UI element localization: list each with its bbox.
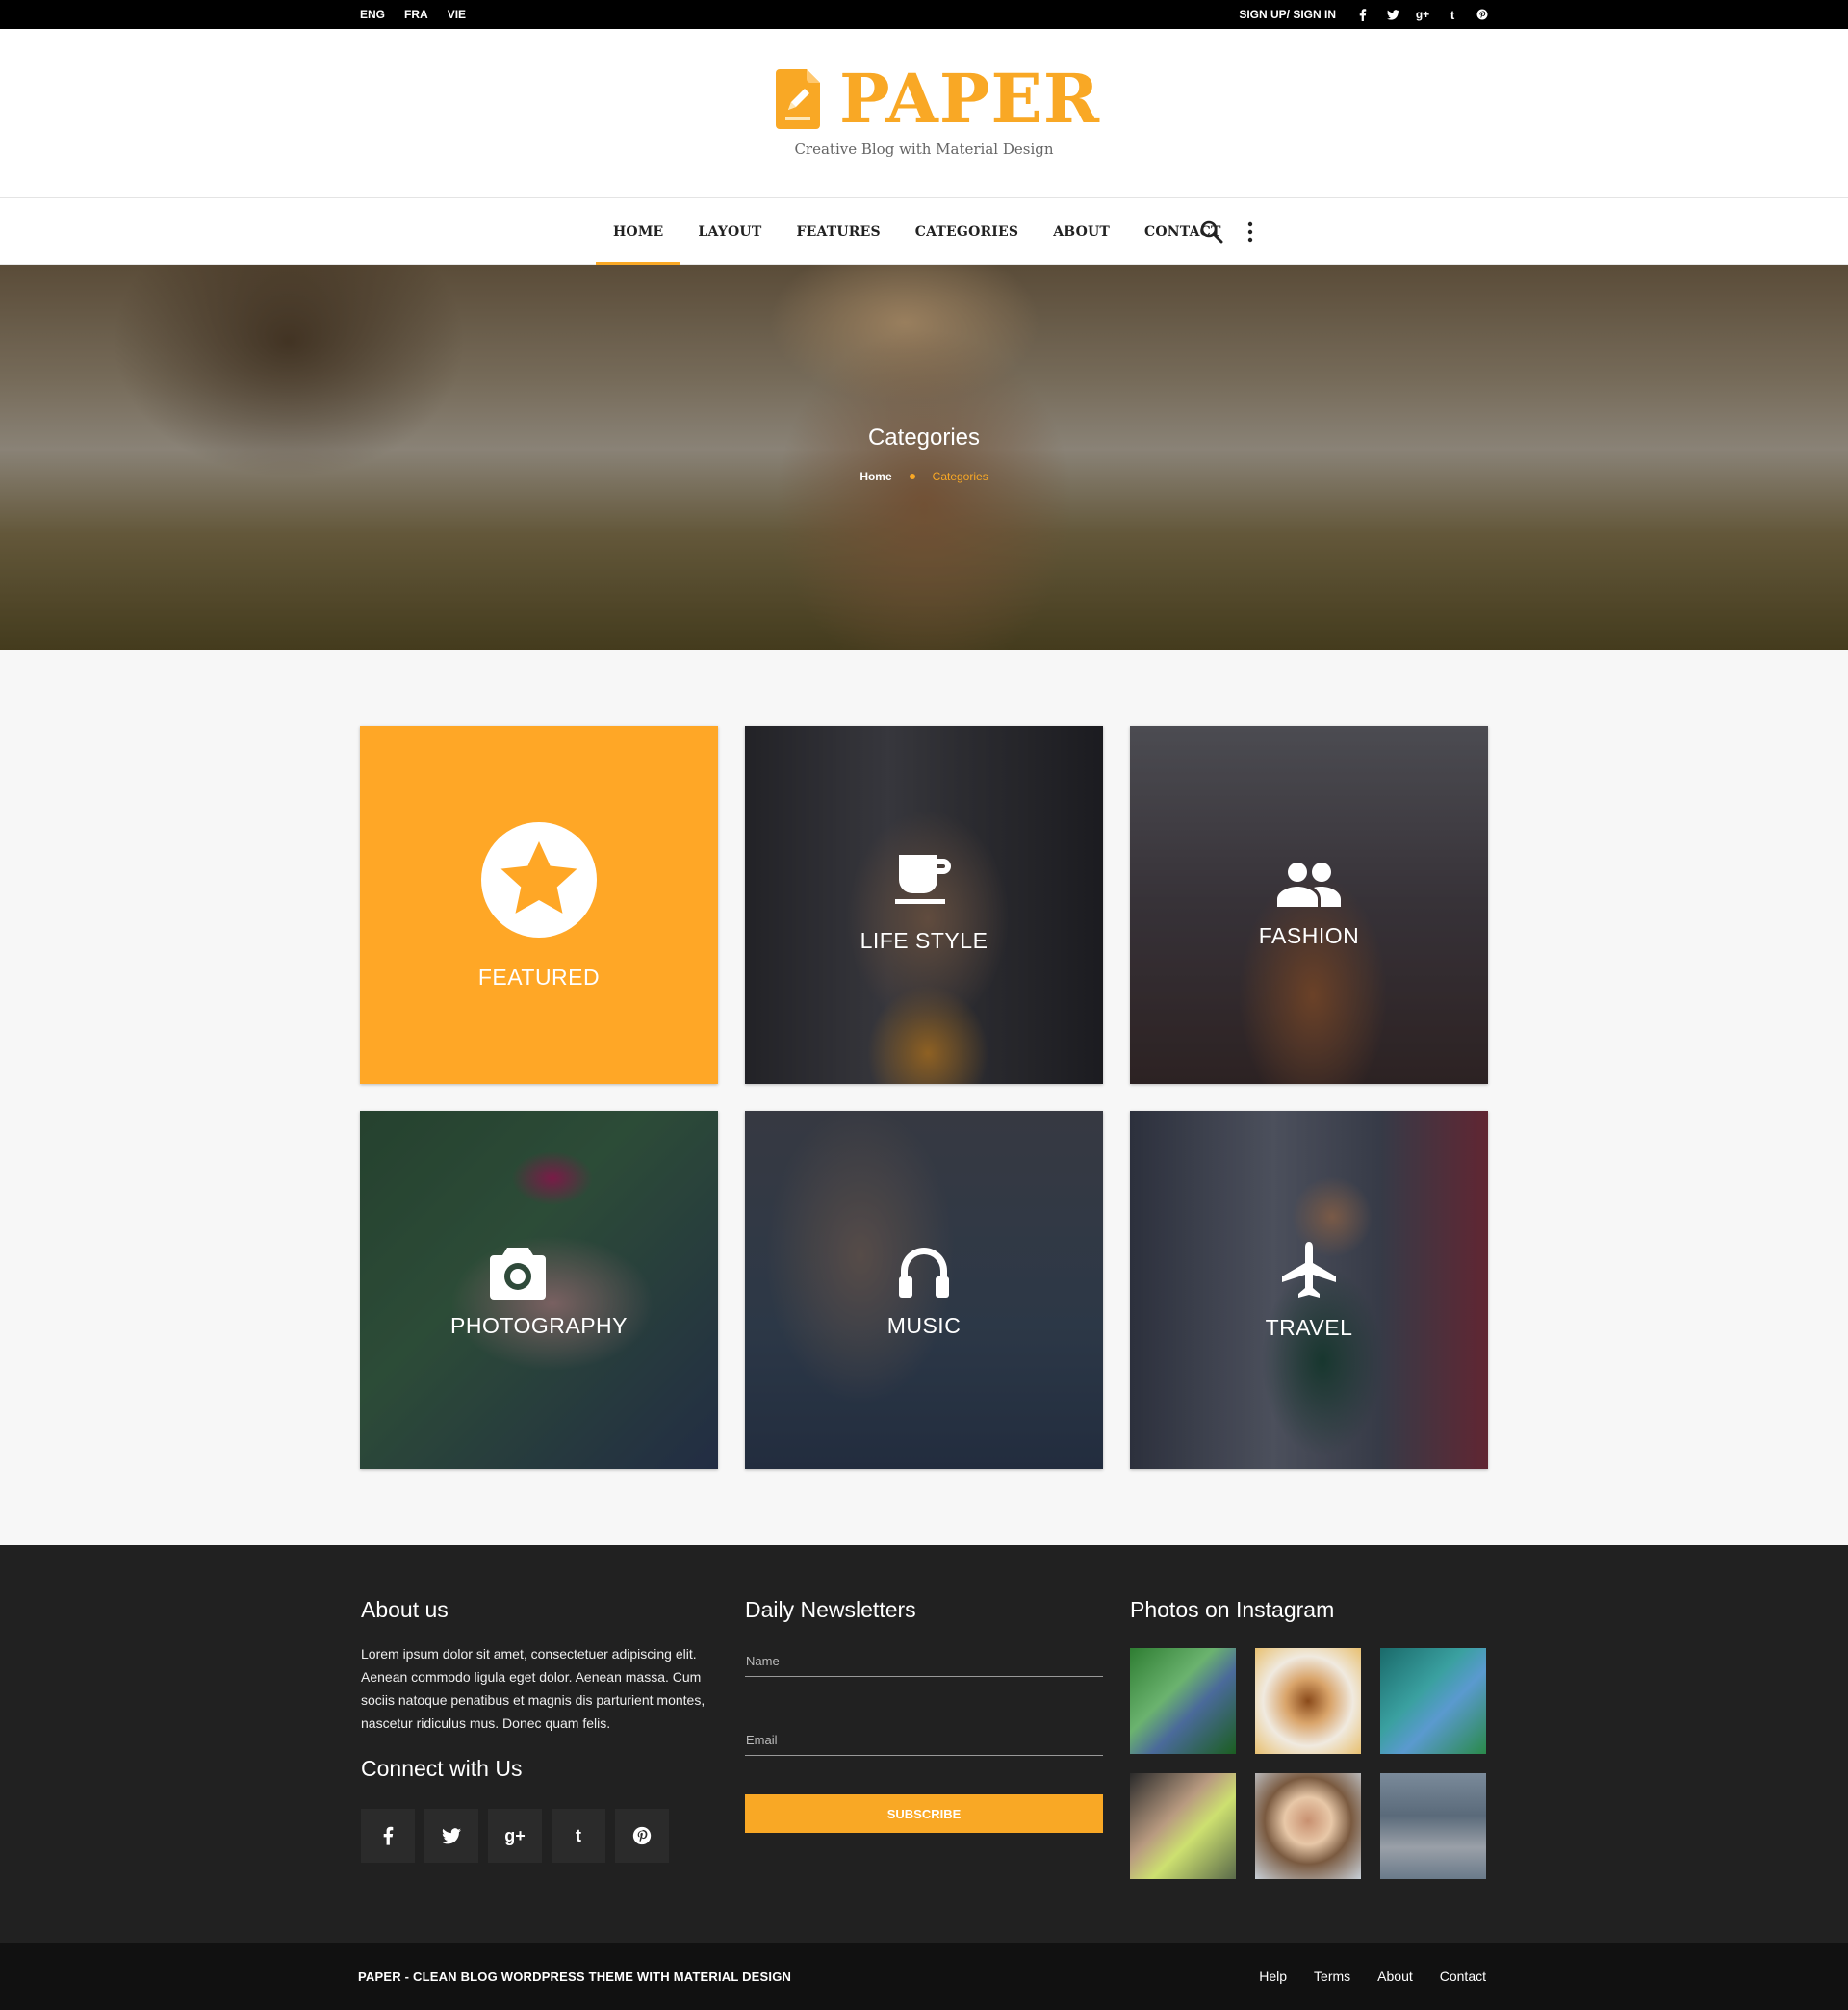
category-grid: FEATURED LIFE STYLE FASHION PHOTOGRAPHY …	[360, 726, 1488, 1469]
top-bar: ENG FRA VIE SIGN UP/ SIGN IN g+ t	[0, 0, 1848, 29]
instagram-photo[interactable]	[1130, 1773, 1236, 1879]
breadcrumb-separator	[909, 474, 915, 479]
site-header: PAPER Creative Blog with Material Design	[0, 29, 1848, 198]
category-label: MUSIC	[886, 1313, 962, 1338]
footer-about: About us Lorem ipsum dolor sit amet, con…	[361, 1597, 719, 1863]
top-social-icons: g+ t	[1355, 7, 1490, 22]
footer-link-contact[interactable]: Contact	[1440, 1969, 1486, 1984]
category-card-photography[interactable]: PHOTOGRAPHY	[360, 1111, 718, 1469]
google-plus-icon[interactable]: g+	[488, 1809, 542, 1863]
category-label: TRAVEL	[1265, 1315, 1353, 1340]
page-title: Categories	[867, 425, 981, 451]
search-icon[interactable]	[1199, 219, 1224, 245]
language-fra[interactable]: FRA	[404, 8, 428, 21]
instagram-photo[interactable]	[1380, 1773, 1486, 1879]
headphones-icon	[896, 1242, 952, 1304]
brand-tagline: Creative Blog with Material Design	[794, 141, 1054, 158]
instagram-photo[interactable]	[1255, 1773, 1361, 1879]
category-card-fashion[interactable]: FASHION	[1130, 726, 1488, 1084]
name-field[interactable]	[746, 1654, 1097, 1668]
language-switcher: ENG FRA VIE	[360, 8, 466, 21]
instagram-photo[interactable]	[1130, 1648, 1236, 1754]
pinterest-icon[interactable]	[615, 1809, 669, 1863]
google-plus-icon[interactable]: g+	[1415, 7, 1430, 22]
twitter-icon[interactable]	[424, 1809, 478, 1863]
nav-item-about[interactable]: ABOUT	[1036, 198, 1127, 265]
breadcrumb-home[interactable]: Home	[860, 470, 891, 483]
pinterest-icon[interactable]	[1475, 7, 1490, 22]
subscribe-button[interactable]: SUBSCRIBE	[745, 1794, 1103, 1833]
category-label: LIFE STYLE	[860, 928, 988, 953]
instagram-photo[interactable]	[1255, 1648, 1361, 1754]
site-logo[interactable]: PAPER	[776, 65, 1100, 133]
tumblr-icon[interactable]: t	[1445, 7, 1460, 22]
bottom-bar: PAPER - CLEAN BLOG WORDPRESS THEME WITH …	[0, 1943, 1848, 2010]
instagram-heading: Photos on Instagram	[1130, 1597, 1335, 1622]
tumblr-icon[interactable]: t	[552, 1809, 605, 1863]
top-bar-right: SIGN UP/ SIGN IN g+ t	[1239, 7, 1490, 22]
instagram-photo[interactable]	[1380, 1648, 1486, 1754]
coffee-cup-icon	[893, 851, 955, 914]
category-label: PHOTOGRAPHY	[450, 1313, 628, 1338]
breadcrumb: Home Categories	[0, 470, 1848, 483]
about-text: Lorem ipsum dolor sit amet, consectetuer…	[361, 1646, 706, 1731]
email-field-wrapper	[745, 1727, 1103, 1756]
nav-item-categories[interactable]: CATEGORIES	[898, 198, 1036, 265]
people-icon	[1275, 861, 1343, 912]
hero-overlay	[0, 265, 1848, 650]
category-card-featured[interactable]: FEATURED	[360, 726, 718, 1084]
nav-menu: HOME LAYOUT FEATURES CATEGORIES ABOUT CO…	[596, 198, 1239, 265]
twitter-icon[interactable]	[1385, 7, 1400, 22]
category-card-travel[interactable]: TRAVEL	[1130, 1111, 1488, 1469]
main-navigation: HOME LAYOUT FEATURES CATEGORIES ABOUT CO…	[0, 198, 1848, 265]
name-field-wrapper	[745, 1648, 1103, 1677]
more-vertical-icon[interactable]	[1242, 219, 1259, 245]
camera-icon	[488, 1246, 548, 1304]
footer-link-help[interactable]: Help	[1259, 1969, 1287, 1984]
footer-newsletter: Daily Newsletters SUBSCRIBE	[745, 1597, 1103, 1833]
page-hero: Categories Home Categories	[0, 265, 1848, 650]
language-eng[interactable]: ENG	[360, 8, 385, 21]
email-field[interactable]	[746, 1733, 1097, 1747]
category-label: FEATURED	[477, 965, 601, 990]
nav-item-layout[interactable]: LAYOUT	[680, 198, 779, 265]
nav-item-home[interactable]: HOME	[596, 198, 681, 265]
footer-links: Help Terms About Contact	[1259, 1969, 1486, 1984]
facebook-icon[interactable]	[361, 1809, 415, 1863]
category-card-music[interactable]: MUSIC	[745, 1111, 1103, 1469]
footer-link-about[interactable]: About	[1377, 1969, 1413, 1984]
footer-social-icons: g+ t	[361, 1809, 719, 1863]
copyright-text: PAPER - CLEAN BLOG WORDPRESS THEME WITH …	[358, 1970, 792, 1984]
nav-item-features[interactable]: FEATURES	[779, 198, 897, 265]
document-pencil-icon	[776, 69, 820, 129]
language-vie[interactable]: VIE	[448, 8, 466, 21]
footer-link-terms[interactable]: Terms	[1314, 1969, 1350, 1984]
facebook-icon[interactable]	[1355, 7, 1371, 22]
site-footer: About us Lorem ipsum dolor sit amet, con…	[0, 1545, 1848, 1943]
category-label: FASHION	[1258, 923, 1360, 948]
star-icon	[481, 822, 597, 942]
category-card-life-style[interactable]: LIFE STYLE	[745, 726, 1103, 1084]
instagram-grid	[1130, 1648, 1488, 1879]
footer-instagram: Photos on Instagram	[1130, 1597, 1488, 1879]
about-heading: About us	[361, 1597, 449, 1622]
newsletter-heading: Daily Newsletters	[745, 1597, 916, 1622]
breadcrumb-current: Categories	[932, 470, 988, 483]
connect-heading: Connect with Us	[361, 1756, 523, 1781]
brand-name: PAPER	[839, 59, 1101, 139]
sign-up-sign-in-link[interactable]: SIGN UP/ SIGN IN	[1239, 8, 1336, 21]
airplane-icon	[1280, 1242, 1338, 1306]
